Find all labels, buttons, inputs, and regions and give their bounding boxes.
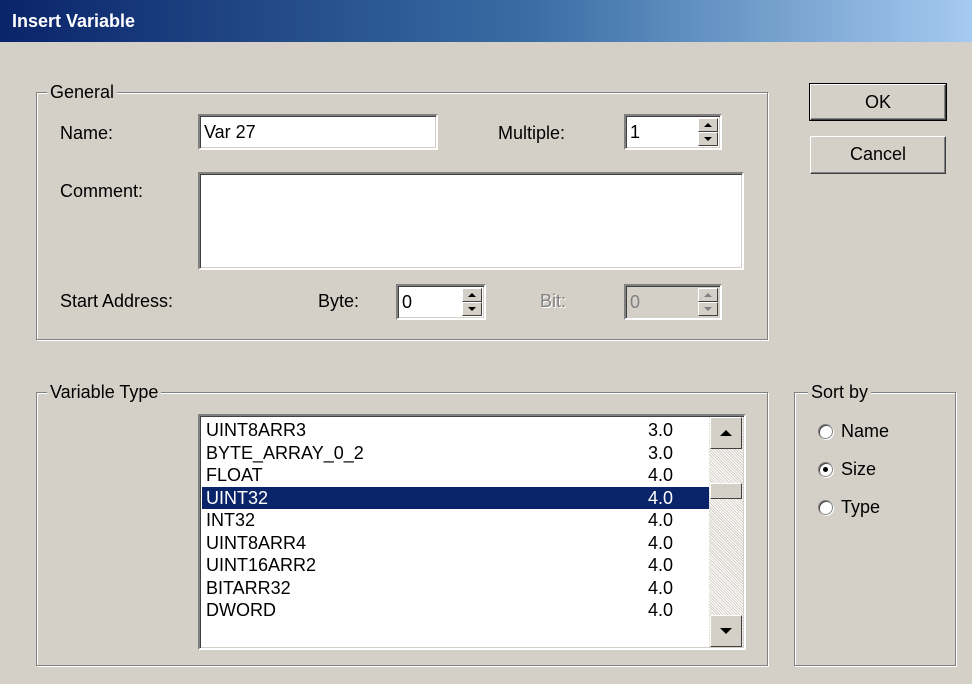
byte-spinner[interactable]: 0 — [396, 284, 486, 320]
byte-spin-down-button[interactable] — [462, 302, 482, 316]
list-item[interactable]: DWORD 4.0 — [202, 599, 710, 622]
list-item[interactable]: UINT8ARR4 4.0 — [202, 532, 710, 555]
cancel-button[interactable]: Cancel — [810, 136, 946, 174]
multiple-spinner-value: 1 — [630, 122, 641, 142]
bit-spin-up-button — [698, 288, 718, 302]
multiple-label: Multiple: — [498, 123, 566, 143]
list-item-size: 4.0 — [648, 577, 674, 598]
list-item-size: 4.0 — [648, 532, 674, 553]
list-item[interactable]: UINT8ARR3 3.0 — [202, 419, 710, 442]
sort-by-legend: Sort by — [808, 382, 872, 402]
comment-label: Comment: — [60, 181, 144, 201]
list-item[interactable]: UINT16ARR2 4.0 — [202, 554, 710, 577]
vertical-scrollbar[interactable] — [709, 417, 743, 647]
radio-label: Size — [841, 459, 877, 479]
bit-spinner-value: 0 — [630, 292, 641, 312]
scroll-down-button[interactable] — [710, 615, 742, 647]
variable-type-list[interactable]: UINT8ARR3 3.0 BYTE_ARRAY_0_2 3.0 FLOAT 4.0 UIN… — [198, 414, 746, 650]
arrow-up-icon — [704, 293, 712, 297]
list-item-size: 4.0 — [648, 510, 674, 530]
radio-label: Name — [841, 421, 890, 441]
variable-type-legend: Variable Type — [47, 382, 162, 402]
name-field[interactable]: Var 27 — [198, 114, 438, 150]
list-item-name: DWORD — [206, 600, 276, 620]
general-legend: General — [47, 82, 118, 102]
list-item-name: BITARR32 — [206, 577, 291, 598]
radio-dot-icon — [823, 466, 828, 472]
arrow-up-icon — [704, 123, 712, 127]
ok-button-label: OK — [864, 92, 891, 112]
list-item-name: BYTE_ARRAY_0_2 — [206, 442, 364, 463]
multiple-spin-up-button[interactable] — [698, 118, 718, 132]
list-item-size: 3.0 — [648, 420, 674, 440]
radio-circle-icon — [818, 423, 833, 439]
list-item-name: INT32 — [206, 510, 256, 530]
list-item-name: UINT8ARR4 — [206, 532, 307, 553]
list-item-name: UINT32 — [206, 487, 269, 508]
window-title: Insert Variable — [12, 11, 136, 31]
sort-by-radio-size[interactable]: Size — [818, 458, 876, 480]
list-item-name: FLOAT — [206, 465, 263, 485]
arrow-down-icon — [704, 307, 712, 311]
sort-by-radio-name[interactable]: Name — [818, 420, 889, 442]
list-item[interactable]: UINT32 4.0 — [202, 486, 710, 509]
radio-circle-icon — [818, 499, 833, 515]
list-item-size: 3.0 — [648, 442, 674, 463]
bit-label: Bit: — [540, 291, 567, 311]
list-item-size: 4.0 — [648, 600, 674, 620]
name-field-value: Var 27 — [204, 122, 256, 142]
variable-type-rows: UINT8ARR3 3.0 BYTE_ARRAY_0_2 3.0 FLOAT 4.0 UIN… — [202, 419, 710, 622]
list-item-name: UINT8ARR3 — [206, 420, 307, 440]
name-label: Name: — [60, 123, 114, 143]
list-item-name: UINT16ARR2 — [206, 555, 317, 575]
list-item-size: 4.0 — [648, 465, 674, 485]
radio-circle-icon — [818, 461, 833, 477]
list-item[interactable]: BYTE_ARRAY_0_2 3.0 — [202, 442, 710, 465]
byte-label: Byte: — [318, 291, 360, 311]
bit-spinner: 0 — [624, 284, 722, 320]
list-item-size: 4.0 — [648, 555, 674, 575]
radio-label: Type — [841, 497, 881, 517]
arrow-up-icon — [468, 293, 476, 297]
title-bar[interactable]: Insert Variable — [0, 0, 972, 42]
scroll-up-button[interactable] — [710, 417, 742, 449]
list-item[interactable]: BITARR32 4.0 — [202, 577, 710, 600]
bit-spin-down-button — [698, 302, 718, 316]
list-item[interactable]: FLOAT 4.0 — [202, 464, 710, 487]
byte-spin-up-button[interactable] — [462, 288, 482, 302]
arrow-down-icon — [468, 307, 476, 311]
sort-by-radio-type[interactable]: Type — [818, 496, 880, 518]
comment-field[interactable] — [198, 172, 744, 270]
ok-button[interactable]: OK — [809, 83, 947, 121]
cancel-button-label: Cancel — [849, 144, 907, 164]
multiple-spin-down-button[interactable] — [698, 132, 718, 146]
arrow-down-icon — [704, 137, 712, 141]
start-address-label: Start Address: — [60, 291, 174, 311]
list-item[interactable]: INT32 4.0 — [202, 509, 710, 532]
arrow-down-icon — [720, 628, 732, 634]
multiple-spinner[interactable]: 1 — [624, 114, 722, 150]
scroll-thumb[interactable] — [710, 483, 742, 499]
list-item-size: 4.0 — [648, 487, 674, 508]
arrow-up-icon — [720, 430, 732, 436]
byte-spinner-value: 0 — [402, 292, 413, 312]
